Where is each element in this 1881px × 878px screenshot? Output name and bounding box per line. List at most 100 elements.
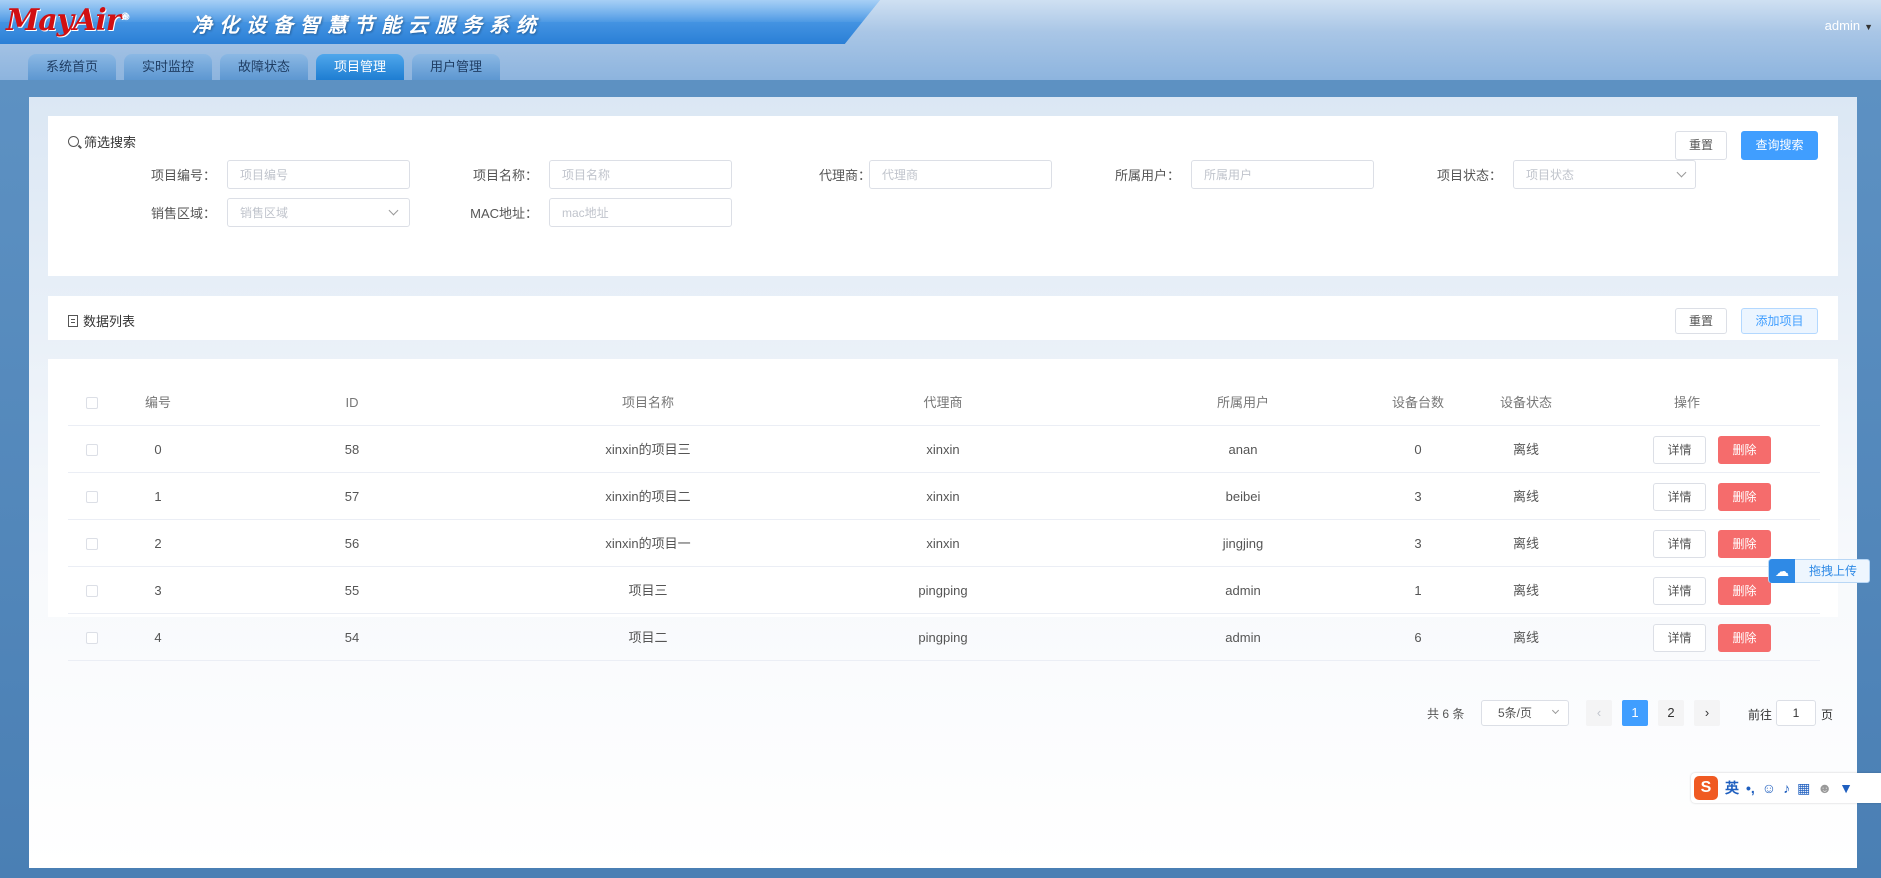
goto-page-input[interactable] [1776, 700, 1816, 726]
filter-title-text: 筛选搜索 [84, 135, 137, 150]
cell-number: 1 [154, 489, 162, 504]
cell-number: 0 [154, 442, 162, 457]
col-header-device-count: 设备台数 [1391, 395, 1444, 410]
system-title: 净化设备智慧节能云服务系统 [192, 15, 543, 37]
drag-upload-widget[interactable]: ☁ 拖拽上传 [1768, 559, 1870, 583]
nav-tab-monitor[interactable]: 实时监控 [124, 54, 212, 80]
cell-device-count: 6 [1414, 630, 1422, 645]
user-menu[interactable]: admin ▼ [1825, 18, 1873, 33]
cell-agent: pingping [918, 630, 968, 645]
cell-device-count: 3 [1414, 489, 1422, 504]
col-header-id: ID [345, 395, 359, 410]
add-project-button[interactable]: 添加项目 [1741, 308, 1818, 334]
cell-device-status: 离线 [1512, 536, 1539, 551]
ime-mode-toggle[interactable]: 英 [1725, 778, 1739, 798]
cell-owner: jingjing [1222, 536, 1264, 551]
col-header-device-status: 设备状态 [1499, 395, 1552, 410]
row-checkbox[interactable] [86, 585, 98, 597]
microphone-icon[interactable]: ♪ [1783, 780, 1790, 796]
table-row: 2 56 xinxin的项目一 xinxin jingjing 3 离线 详情 … [68, 520, 1820, 567]
filter-reset-button[interactable]: 重置 [1675, 131, 1727, 160]
list-reset-button[interactable]: 重置 [1675, 308, 1727, 334]
cell-id: 54 [344, 630, 360, 645]
cell-project-name: 项目三 [628, 583, 668, 598]
table-header-row: 编号 ID 项目名称 代理商 所属用户 设备台数 设备状态 操作 [68, 379, 1820, 426]
skin-icon[interactable]: ▼ [1839, 780, 1853, 796]
emoji-icon[interactable]: ☺ [1762, 780, 1776, 796]
ime-punct-toggle[interactable]: •, [1746, 780, 1755, 796]
cell-project-name: 项目二 [628, 630, 668, 645]
goto-prefix: 前往 [1748, 708, 1773, 722]
row-checkbox[interactable] [86, 538, 98, 550]
prev-page-icon[interactable]: ‹ [1586, 700, 1612, 726]
page-1-button[interactable]: 1 [1622, 700, 1648, 726]
sogou-logo-icon[interactable]: S [1694, 776, 1718, 800]
cell-project-name: xinxin的项目一 [605, 536, 691, 551]
delete-button[interactable]: 删除 [1718, 624, 1771, 652]
search-button[interactable]: 查询搜索 [1741, 131, 1818, 160]
table-row: 1 57 xinxin的项目二 xinxin beibei 3 离线 详情 删除 [68, 473, 1820, 520]
cell-device-status: 离线 [1512, 630, 1539, 645]
delete-button[interactable]: 删除 [1718, 577, 1771, 605]
cell-agent: xinxin [926, 536, 960, 551]
cell-owner: beibei [1225, 489, 1261, 504]
page-size-value: 5条/页 [1498, 706, 1533, 720]
row-checkbox[interactable] [86, 491, 98, 503]
page-2-button[interactable]: 2 [1658, 700, 1684, 726]
select-all-checkbox[interactable] [86, 397, 98, 409]
main-nav: 系统首页 实时监控 故障状态 项目管理 用户管理 [28, 54, 500, 80]
cell-project-name: xinxin的项目三 [605, 442, 691, 457]
cell-device-count: 0 [1414, 442, 1422, 457]
table-row: 4 54 项目二 pingping admin 6 离线 详情 删除 [68, 614, 1820, 661]
detail-button[interactable]: 详情 [1653, 624, 1706, 652]
row-checkbox[interactable] [86, 444, 98, 456]
nav-tab-fault[interactable]: 故障状态 [220, 54, 308, 80]
mac-address-input[interactable] [549, 198, 732, 227]
cell-id: 55 [344, 583, 360, 598]
project-number-label: 项目编号： [150, 168, 216, 183]
cell-device-count: 1 [1414, 583, 1422, 598]
owner-user-label: 所属用户： [1114, 168, 1180, 183]
table-row: 3 55 项目三 pingping admin 1 离线 详情 删除 [68, 567, 1820, 614]
project-name-input[interactable] [549, 160, 732, 189]
cell-owner: admin [1225, 630, 1261, 645]
row-checkbox[interactable] [86, 632, 98, 644]
list-title-text: 数据列表 [83, 314, 136, 329]
cell-agent: xinxin [926, 489, 960, 504]
detail-button[interactable]: 详情 [1653, 436, 1706, 464]
ime-toolbar: S 英 •, ☺ ♪ ▦ ☻ ▼ [1691, 773, 1881, 803]
cell-id: 56 [344, 536, 360, 551]
project-status-select[interactable] [1513, 160, 1696, 189]
nav-tab-users[interactable]: 用户管理 [412, 54, 500, 80]
delete-button[interactable]: 删除 [1718, 436, 1771, 464]
filter-title: 筛选搜索 [68, 132, 136, 151]
search-icon [68, 136, 79, 147]
cell-number: 2 [154, 536, 162, 551]
nav-tab-projects[interactable]: 项目管理 [316, 54, 404, 80]
list-title: 数据列表 [68, 311, 135, 330]
sales-region-select[interactable] [227, 198, 410, 227]
col-header-actions: 操作 [1673, 395, 1700, 410]
total-count: 共 6 条 [1427, 707, 1465, 721]
drag-upload-label: 拖拽上传 [1809, 564, 1858, 578]
cell-agent: pingping [918, 583, 968, 598]
agent-input[interactable] [869, 160, 1052, 189]
cell-device-status: 离线 [1512, 489, 1539, 504]
goto-suffix: 页 [1821, 708, 1834, 722]
nav-tab-home[interactable]: 系统首页 [28, 54, 116, 80]
delete-button[interactable]: 删除 [1718, 483, 1771, 511]
project-table: 编号 ID 项目名称 代理商 所属用户 设备台数 设备状态 操作 0 58 xi… [68, 379, 1820, 661]
project-number-input[interactable] [227, 160, 410, 189]
sales-region-label: 销售区域： [150, 206, 216, 221]
keyboard-icon[interactable]: ▦ [1797, 780, 1810, 797]
owner-user-input[interactable] [1191, 160, 1374, 189]
mayair-logo: MayAir® [6, 3, 130, 38]
user-icon[interactable]: ☻ [1817, 780, 1832, 796]
next-page-icon[interactable]: › [1694, 700, 1720, 726]
delete-button[interactable]: 删除 [1718, 530, 1771, 558]
table-card: 编号 ID 项目名称 代理商 所属用户 设备台数 设备状态 操作 0 58 xi… [48, 359, 1838, 661]
cell-number: 3 [154, 583, 162, 598]
detail-button[interactable]: 详情 [1653, 483, 1706, 511]
detail-button[interactable]: 详情 [1653, 530, 1706, 558]
detail-button[interactable]: 详情 [1653, 577, 1706, 605]
